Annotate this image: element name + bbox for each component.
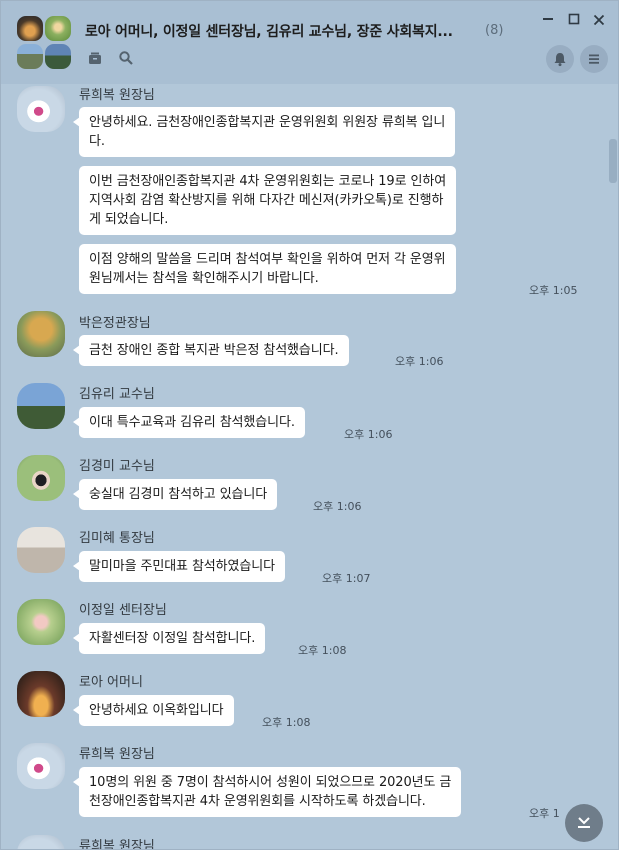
message-bubble[interactable]: 이점 양해의 말씀을 드리며 참석여부 확인을 위하여 먼저 각 운영위 원님께… [79,244,456,294]
sender-name: 로아 어머니 [79,675,143,690]
sender-name: 김미혜 통장님 [79,531,155,546]
message-time: 오후 1:08 [262,716,311,729]
message-list[interactable]: 류희복 원장님 안녕하세요. 금천장애인종합복지관 운영위원회 위원장 류희복 … [1,84,607,850]
sender-name: 김유리 교수님 [79,387,155,402]
message-line: 10명의 위원 중 7명이 참석하시어 성원이 되었으므로 2020년도 금 [89,775,452,790]
sender-avatar[interactable] [17,835,65,849]
message-line: 금천 장애인 종합 복지관 박은정 참석했습니다. [89,343,339,358]
menu-icon[interactable] [580,45,608,73]
member-avatar [45,44,71,69]
message-line: 안녕하세요 이옥화입니다 [89,703,224,718]
sender-name: 김경미 교수님 [79,459,155,474]
chat-window: 로아 어머니, 이정일 센터장님, 김유리 교수님, 장준 사회복지... (8… [0,0,619,850]
message-line: 안녕하세요. 금천장애인종합복지관 운영위원회 위원장 류희복 입니 [89,115,446,130]
message-line: 다. [89,134,105,149]
drawer-icon[interactable] [87,50,105,68]
message-bubble[interactable]: 이대 특수교육과 김유리 참석했습니다. [73,407,305,438]
message-line: 이대 특수교육과 김유리 참석했습니다. [89,415,295,430]
sender-avatar[interactable] [17,527,65,573]
sender-avatar[interactable] [17,671,65,717]
sender-avatar[interactable] [17,383,65,429]
member-avatar [17,16,43,41]
sender-name: 류희복 원장님 [79,747,155,762]
message-time: 오후 1:06 [344,428,393,441]
message-line: 말미마을 주민대표 참석하였습니다 [89,559,275,574]
sender-avatar[interactable] [17,599,65,645]
scrollbar-thumb[interactable] [609,139,617,183]
sender-name: 박은정관장님 [79,316,151,331]
maximize-icon[interactable] [563,11,585,33]
message-bubble[interactable]: 말미마을 주민대표 참석하였습니다 [73,551,285,582]
message-bubble[interactable]: 10명의 위원 중 7명이 참석하시어 성원이 되었으므로 2020년도 금 천… [72,767,462,817]
message-bubble[interactable]: 안녕하세요 이옥화입니다 [73,695,234,726]
chat-title[interactable]: 로아 어머니, 이정일 센터장님, 김유리 교수님, 장준 사회복지... [85,21,453,41]
message-time: 오후 1:06 [395,355,444,368]
message-line: 천장애인종합복지관 4차 운영위원회를 시작하도록 하겠습니다. [89,794,426,809]
message-time: 오후 1:08 [298,644,347,657]
sender-avatar[interactable] [17,86,65,132]
search-icon[interactable] [118,50,136,68]
close-icon[interactable] [588,11,610,33]
group-avatar[interactable] [17,16,73,70]
message-line: 자활센터장 이정일 참석합니다. [89,631,256,646]
message-line: 원님께서는 참석을 확인해주시기 바랍니다. [89,271,319,286]
message-line: 지역사회 감염 확산방지를 위해 다자간 메신져(카카오톡)로 진행하 [89,193,444,208]
sender-name: 이정일 센터장님 [79,603,167,618]
sender-avatar[interactable] [17,311,65,357]
scroll-down-icon[interactable] [565,804,603,842]
member-avatar [45,16,71,41]
minimize-icon[interactable] [537,11,559,33]
sender-name: 류희복 원장님 [79,88,155,103]
message-time: 오후 1:05 [529,284,578,297]
message-time: 오후 1:06 [313,500,362,513]
message-bubble[interactable]: 숭실대 김경미 참석하고 있습니다 [72,479,278,510]
sender-avatar[interactable] [17,455,65,501]
message-line: 이번 금천장애인종합복지관 4차 운영위원회는 코로나 19로 인하여 [89,174,447,189]
sender-avatar[interactable] [17,743,65,789]
message-line: 게 되었습니다. [89,212,169,227]
message-bubble[interactable]: 안녕하세요. 금천장애인종합복지관 운영위원회 위원장 류희복 입니 다. [72,107,456,157]
member-avatar [17,44,43,69]
message-time: 오후 1:07 [322,572,371,585]
message-time: 오후 1 [529,807,560,820]
message-bubble[interactable]: 자활센터장 이정일 참석합니다. [72,623,266,654]
bell-icon[interactable] [546,45,574,73]
message-line: 숭실대 김경미 참석하고 있습니다 [89,487,268,502]
member-count: (8) [485,23,504,38]
message-line: 이점 양해의 말씀을 드리며 참석여부 확인을 위하여 먼저 각 운영위 [89,252,446,267]
message-bubble[interactable]: 금천 장애인 종합 복지관 박은정 참석했습니다. [73,335,349,366]
sender-name: 류희복 원장님 [79,839,155,850]
chat-header: 로아 어머니, 이정일 센터장님, 김유리 교수님, 장준 사회복지... (8… [1,1,618,84]
message-bubble[interactable]: 이번 금천장애인종합복지관 4차 운영위원회는 코로나 19로 인하여 지역사회… [79,166,457,235]
